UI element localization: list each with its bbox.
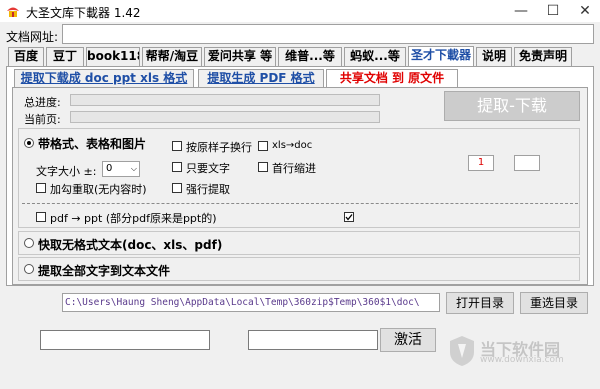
open-directory-button[interactable]: 打开目录	[446, 292, 514, 314]
activation-field-1[interactable]	[40, 330, 210, 350]
tab-baidu[interactable]: 百度	[8, 47, 44, 66]
first-indent-label: 首行缩进	[272, 162, 316, 175]
maximize-button[interactable]: ☐	[538, 0, 568, 22]
current-page-progress-bar	[70, 111, 380, 123]
font-size-label: 文字大小 ±:	[36, 165, 97, 178]
subtab-doc-ppt-xls-label: 提取下载成 doc ppt xls 格式	[20, 71, 188, 85]
choose-directory-button[interactable]: 重选目录	[520, 292, 588, 314]
tab-help[interactable]: 说明	[476, 47, 512, 66]
activate-button[interactable]: 激活	[380, 328, 436, 352]
subtab-shared-doc[interactable]: 共享文档 到 原文件	[326, 69, 458, 88]
number-input-2[interactable]	[514, 155, 540, 171]
total-progress-label: 总进度:	[24, 96, 61, 109]
xls-to-doc-checkbox[interactable]	[258, 141, 268, 151]
text-only-checkbox[interactable]	[172, 162, 182, 172]
pdf-to-ppt-label: pdf → ppt (部分pdf原来是ppt的)	[50, 212, 217, 225]
total-progress-bar	[70, 94, 380, 106]
font-size-select[interactable]: 0 ⌵	[102, 161, 140, 177]
force-extract-checkbox[interactable]	[172, 183, 182, 193]
chevron-down-icon: ⌵	[130, 164, 137, 173]
window-title: 大圣文库下載器 1.42	[26, 6, 141, 20]
output-path-input[interactable]: C:\Users\Haung Sheng\AppData\Local\Temp\…	[62, 293, 440, 312]
extract-download-button[interactable]: 提取-下载	[444, 91, 580, 121]
bold-redraw-label: 加勾重取(无内容时)	[50, 183, 147, 196]
url-input[interactable]	[62, 24, 594, 44]
font-size-value: 0	[106, 163, 113, 174]
force-extract-label: 强行提取	[186, 183, 230, 196]
plain-text-radio-label: 快取无格式文本(doc、xls、pdf)	[38, 238, 223, 252]
tab-douding[interactable]: 豆丁	[46, 47, 84, 66]
pdf-to-ppt-check-mark[interactable]	[344, 212, 354, 222]
tab-book118[interactable]: book118	[86, 47, 140, 66]
text-only-label: 只要文字	[186, 162, 230, 175]
subtab-pdf-label: 提取生成 PDF 格式	[207, 71, 315, 85]
activation-field-2[interactable]	[248, 330, 378, 350]
watermark-logo: 当下软件园 www.downxia.com	[448, 334, 594, 368]
tab-weipu[interactable]: 维普...等	[278, 47, 342, 66]
tab-shengcai[interactable]: 圣才下載器	[408, 46, 474, 67]
watermark-url: www.downxia.com	[480, 355, 564, 365]
format-radio-label: 带格式、表格和图片	[38, 137, 147, 151]
dashed-divider	[22, 203, 578, 204]
tab-aiwen[interactable]: 爱问共享 等	[204, 47, 276, 66]
number-input-1[interactable]: 1	[468, 155, 494, 171]
plain-text-radio[interactable]	[24, 238, 34, 248]
minimize-button[interactable]: —	[506, 0, 536, 22]
all-text-radio-label: 提取全部文字到文本文件	[38, 264, 171, 278]
app-logo-icon	[6, 4, 20, 18]
tab-mayi[interactable]: 蚂蚁...等	[344, 47, 406, 66]
keep-line-break-checkbox[interactable]	[172, 141, 182, 151]
tab-disclaimer[interactable]: 免责声明	[514, 47, 572, 66]
subtab-doc-ppt-xls[interactable]: 提取下载成 doc ppt xls 格式	[14, 69, 194, 87]
pdf-to-ppt-checkbox[interactable]	[36, 212, 46, 222]
first-indent-checkbox[interactable]	[258, 162, 268, 172]
keep-line-break-label: 按原样子换行	[186, 141, 252, 154]
current-page-label: 当前页:	[24, 113, 61, 126]
xls-to-doc-label: xls→doc	[272, 140, 313, 151]
check-icon	[345, 214, 353, 221]
subtab-pdf[interactable]: 提取生成 PDF 格式	[198, 69, 324, 87]
tab-bangbang[interactable]: 帮帮/淘豆	[142, 47, 202, 66]
all-text-radio[interactable]	[24, 264, 34, 274]
bold-redraw-checkbox[interactable]	[36, 183, 46, 193]
format-radio[interactable]	[24, 138, 34, 148]
close-button[interactable]: ✕	[570, 0, 600, 22]
url-label: 文档网址:	[6, 30, 59, 44]
